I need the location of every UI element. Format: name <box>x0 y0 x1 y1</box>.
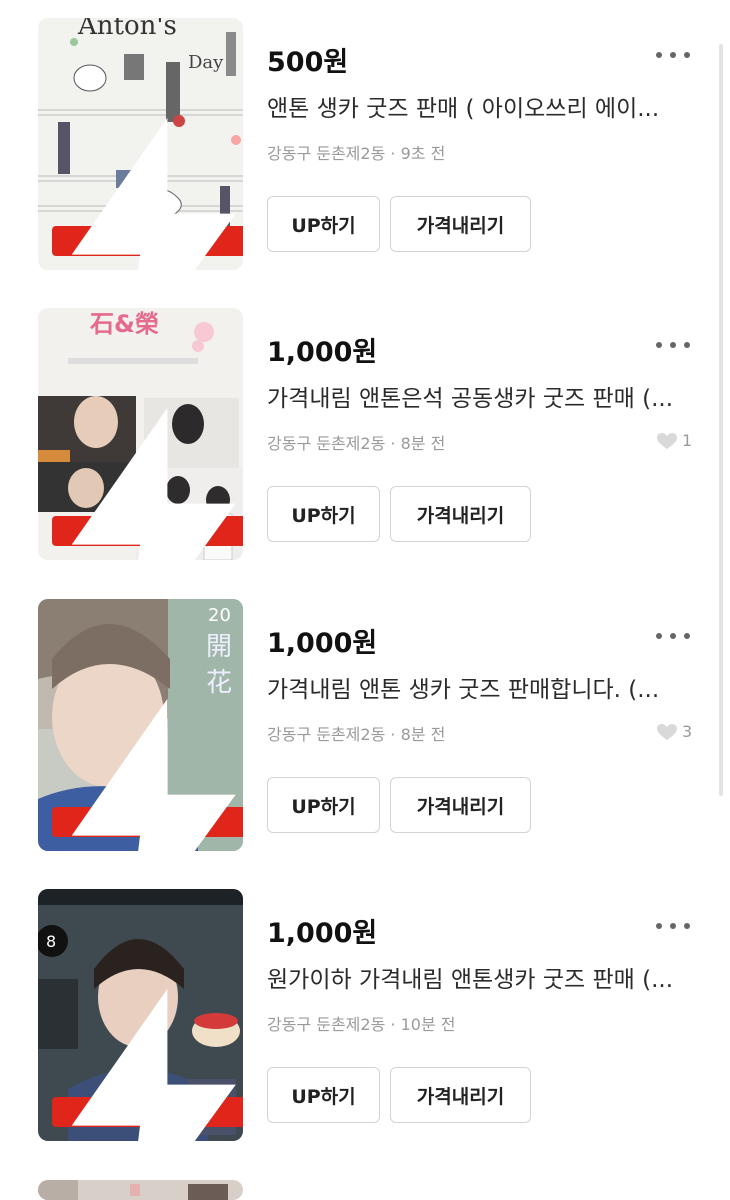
listing-item[interactable]: 石&榮 페이 1,000원 <box>0 308 715 562</box>
scrollbar[interactable] <box>719 44 723 796</box>
listing-title[interactable]: 앤톤 생카 굿즈 판매 ( 아이오쓰리 에이... <box>267 89 682 123</box>
up-button[interactable]: UP하기 <box>267 196 380 252</box>
bolt-icon <box>71 988 236 1141</box>
listing-item[interactable]: Anton's Day 500원 앤톤 생카 굿즈 판매 (아이오쓰리 에이.… <box>0 18 715 272</box>
svg-text:花: 花 <box>206 668 232 698</box>
up-button[interactable]: UP하기 <box>267 1067 380 1123</box>
svg-text:石&榮: 石&榮 <box>89 310 159 338</box>
price-down-button[interactable]: 가격내리기 <box>390 486 531 542</box>
svg-text:Day: Day <box>188 52 224 73</box>
heart-icon <box>657 723 677 740</box>
like-count: 1 <box>656 431 692 450</box>
more-icon[interactable] <box>652 334 694 356</box>
listing-time: 8분 전 <box>400 434 446 453</box>
svg-text:8: 8 <box>46 932 56 951</box>
listing-price: 1,000원 <box>267 628 378 659</box>
pay-badge: 페이 <box>52 988 243 1141</box>
listing-time: 8분 전 <box>400 725 446 744</box>
svg-text:20: 20 <box>208 605 231 626</box>
pay-badge: 페이 <box>52 698 243 851</box>
listing-price: 1,000원 <box>267 337 378 368</box>
listing-location: 강동구 둔촌제2동 <box>267 1015 386 1034</box>
listing-time: 10분 전 <box>400 1015 456 1034</box>
listing-item-partial[interactable] <box>0 1180 715 1200</box>
listing-item[interactable]: 20 開 花 페이 1,000원 가격내림 앤톤 생카 굿즈 판매합니다. (.… <box>0 599 715 853</box>
listing-location: 강동구 둔촌제2동 <box>267 434 386 453</box>
listing-title[interactable]: 가격내림 앤톤은석 공동생카 굿즈 판매 (... <box>267 379 682 413</box>
listing-price: 500원 <box>267 47 349 78</box>
listing-location: 강동구 둔촌제2동 <box>267 725 386 744</box>
bolt-icon <box>71 698 236 851</box>
svg-text:Anton's: Anton's <box>77 18 177 41</box>
bolt-icon <box>71 407 236 560</box>
bolt-icon <box>71 117 236 270</box>
listing-thumbnail[interactable]: 石&榮 페이 <box>38 308 243 560</box>
listing-title[interactable]: 가격내림 앤톤 생카 굿즈 판매합니다. (... <box>267 670 682 704</box>
listing-title[interactable]: 원가이하 가격내림 앤톤생카 굿즈 판매 (... <box>267 960 682 994</box>
pay-badge: 페이 <box>52 117 243 270</box>
listing-list: Anton's Day 500원 앤톤 생카 굿즈 판매 (아이오쓰리 에이.… <box>0 0 730 1200</box>
svg-text:開: 開 <box>206 632 232 662</box>
more-icon[interactable] <box>652 625 694 647</box>
more-icon[interactable] <box>652 44 694 66</box>
listing-thumbnail[interactable]: 8 페이 <box>38 889 243 1141</box>
listing-time: 9초 전 <box>400 144 446 163</box>
more-icon[interactable] <box>652 915 694 937</box>
up-button[interactable]: UP하기 <box>267 486 380 542</box>
listing-meta: 강동구 둔촌제2동 · 8분 전 <box>267 434 446 453</box>
listing-meta: 강동구 둔촌제2동 · 10분 전 <box>267 1015 456 1034</box>
up-button[interactable]: UP하기 <box>267 777 380 833</box>
listing-meta: 강동구 둔촌제2동 · 8분 전 <box>267 725 446 744</box>
price-down-button[interactable]: 가격내리기 <box>390 1067 531 1123</box>
listing-price: 1,000원 <box>267 918 378 949</box>
price-down-button[interactable]: 가격내리기 <box>390 196 531 252</box>
listing-thumbnail[interactable]: 20 開 花 페이 <box>38 599 243 851</box>
heart-icon <box>657 432 677 449</box>
like-count: 3 <box>656 722 692 741</box>
thumbnail-image <box>38 1180 243 1200</box>
listing-meta: 강동구 둔촌제2동 · 9초 전 <box>267 144 446 163</box>
price-down-button[interactable]: 가격내리기 <box>390 777 531 833</box>
listing-item[interactable]: 8 페이 1,000원 원가이하 가격내림 앤톤생카 굿즈 판매 (... 강동… <box>0 889 715 1143</box>
pay-badge: 페이 <box>52 407 243 560</box>
listing-location: 강동구 둔촌제2동 <box>267 144 386 163</box>
listing-thumbnail[interactable] <box>38 1180 243 1200</box>
listing-thumbnail[interactable]: Anton's Day <box>38 18 243 270</box>
